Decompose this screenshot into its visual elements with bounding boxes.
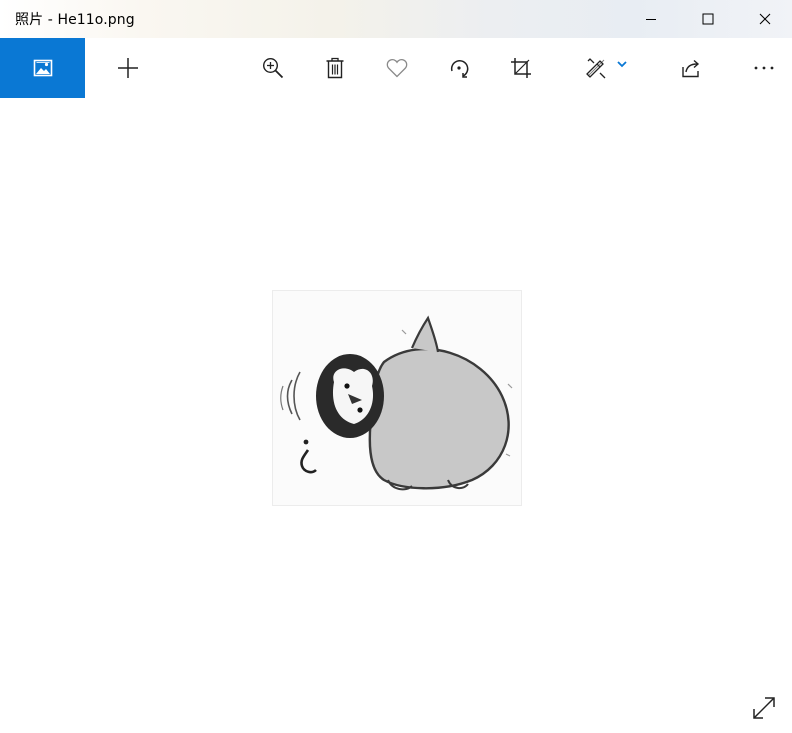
rotate-icon <box>450 60 469 78</box>
displayed-photo <box>272 290 522 506</box>
fullscreen-expand-icon <box>753 697 775 719</box>
photo-gallery-button[interactable] <box>0 38 85 98</box>
close-button[interactable] <box>736 0 792 38</box>
zoom-in-icon <box>262 57 284 79</box>
edit-create-button[interactable] <box>574 38 638 98</box>
photo-gallery-icon <box>33 59 52 77</box>
chevron-down-icon <box>617 61 627 68</box>
heart-icon <box>386 58 408 78</box>
window-title: 照片 - He11o.png <box>15 12 135 28</box>
maximize-icon <box>702 13 713 25</box>
plus-icon <box>118 58 138 78</box>
add-button[interactable] <box>106 38 150 98</box>
crop-button[interactable] <box>499 38 543 98</box>
title-bar: 照片 - He11o.png <box>0 0 792 38</box>
close-icon <box>759 13 770 25</box>
penguin-sticker-image <box>280 315 513 491</box>
zoom-button[interactable] <box>251 38 295 98</box>
minimize-icon <box>645 19 656 20</box>
toolbar <box>0 38 792 98</box>
delete-button[interactable] <box>313 38 357 98</box>
maximize-button[interactable] <box>679 0 736 38</box>
share-icon <box>682 59 700 78</box>
fullscreen-expand-button[interactable] <box>748 692 780 724</box>
more-icon <box>754 66 774 70</box>
minimize-button[interactable] <box>622 0 679 38</box>
share-button[interactable] <box>669 38 713 98</box>
trash-icon <box>326 57 344 79</box>
edit-create-icon <box>586 58 606 79</box>
more-button[interactable] <box>742 38 786 98</box>
rotate-button[interactable] <box>437 38 481 98</box>
favorite-button[interactable] <box>375 38 419 98</box>
crop-icon <box>511 58 531 78</box>
